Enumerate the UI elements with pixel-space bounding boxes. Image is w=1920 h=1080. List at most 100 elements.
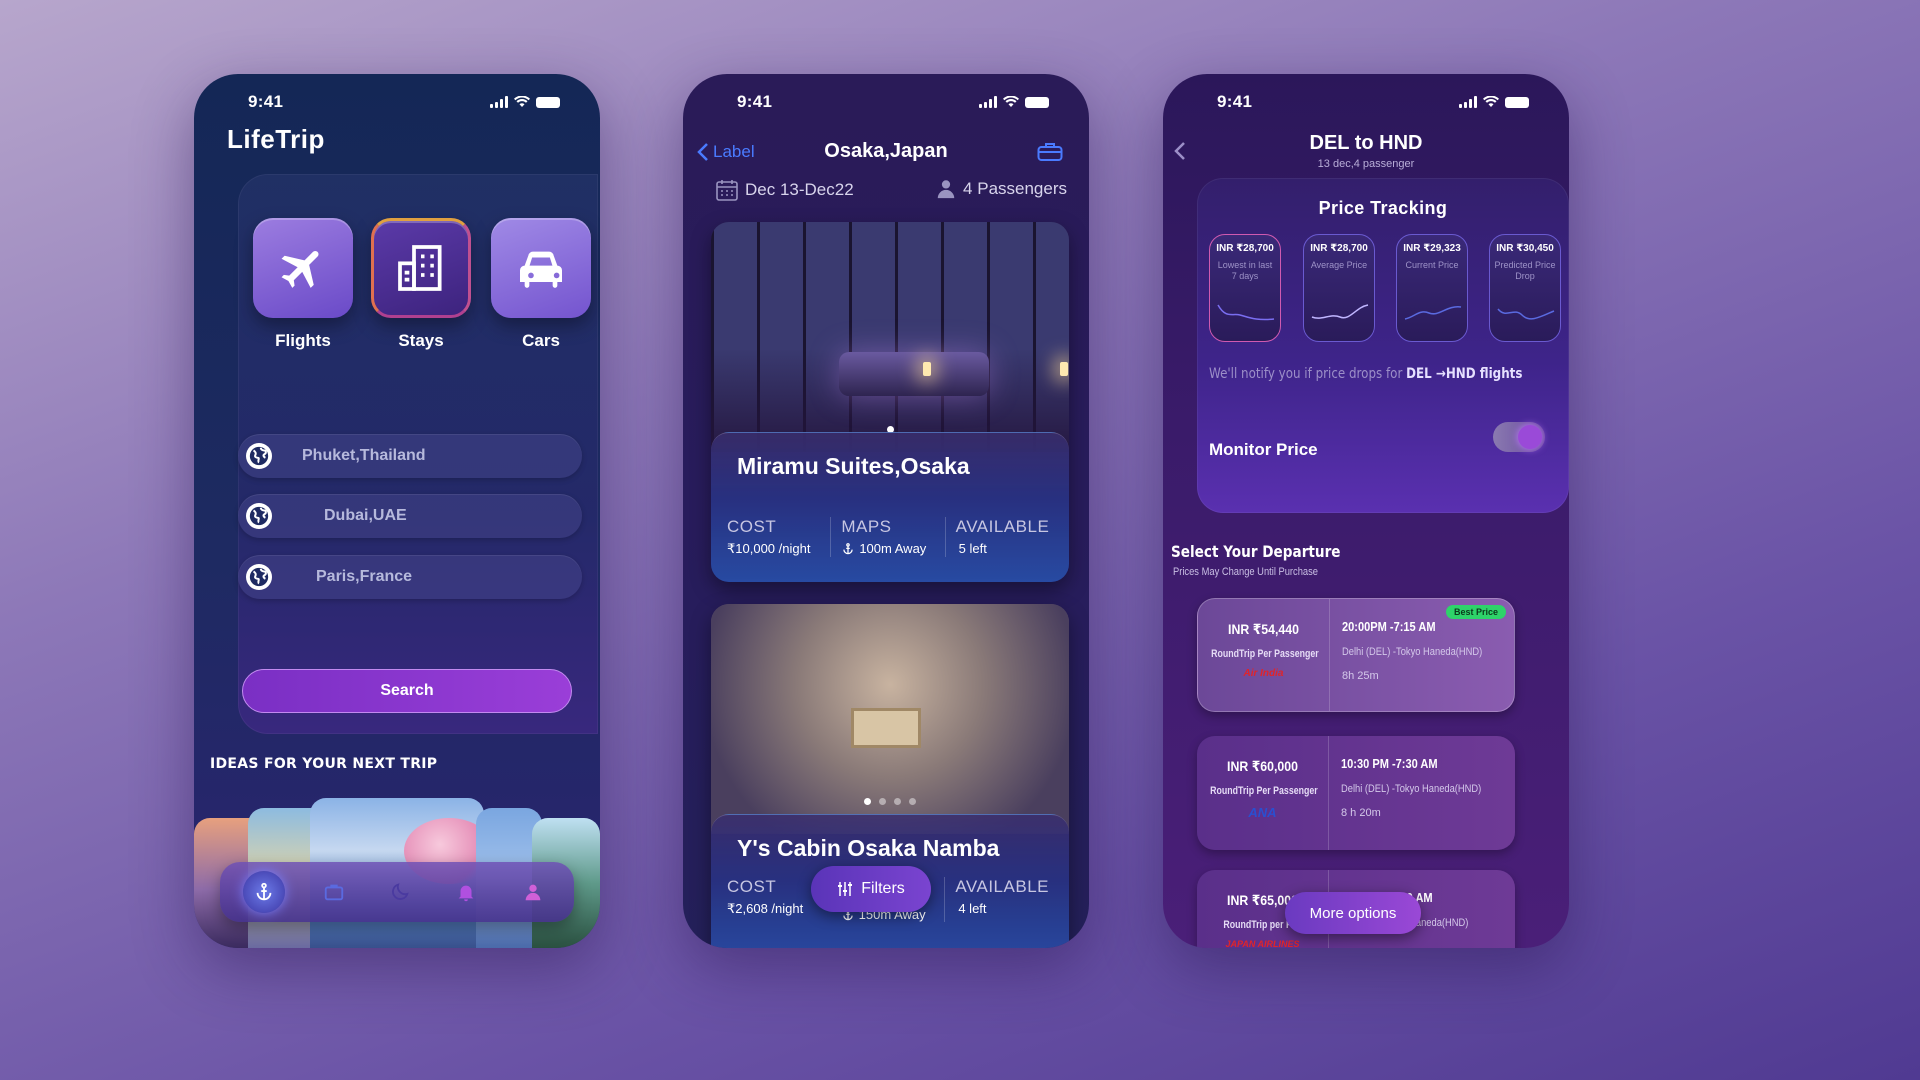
wifi-icon bbox=[1003, 96, 1019, 107]
status-bar: 9:41 bbox=[194, 92, 600, 114]
flight-duration: 8 h 20m bbox=[1341, 807, 1381, 819]
available-value: 4 left bbox=[958, 901, 987, 916]
cost-column: COST ₹10,000 /night bbox=[727, 517, 830, 557]
battery-icon bbox=[536, 96, 560, 108]
flight-option[interactable]: INR ₹54,440 RoundTrip Per Passenger Air … bbox=[1197, 598, 1515, 712]
signal-icon bbox=[1459, 96, 1477, 108]
trip-meta: Dec 13-Dec22 4 Passengers bbox=[715, 178, 1067, 204]
page-title: Osaka,Japan bbox=[824, 140, 948, 162]
availability-column: AVAILABLE 5 left bbox=[944, 517, 1059, 557]
hotel-name: Y's Cabin Osaka Namba bbox=[737, 835, 1000, 861]
price-card[interactable]: INR ₹28,700 Lowest in last 7 days bbox=[1209, 234, 1281, 342]
available-label: AVAILABLE bbox=[955, 517, 1050, 536]
maps-label: MAPS bbox=[841, 517, 892, 536]
page-title: DEL to HND bbox=[1309, 132, 1423, 154]
lamp-image bbox=[923, 362, 931, 376]
lamp-image bbox=[1060, 362, 1068, 376]
destination-value: Phuket,Thailand bbox=[302, 447, 426, 464]
price-tracking-title: Price Tracking bbox=[1318, 198, 1448, 218]
user-icon[interactable] bbox=[515, 874, 551, 910]
price-card[interactable]: INR ₹29,323 Current Price bbox=[1396, 234, 1468, 342]
status-time: 9:41 bbox=[1217, 92, 1253, 111]
hotel-name: Miramu Suites,Osaka bbox=[737, 453, 970, 479]
filters-label: Filters bbox=[861, 880, 905, 897]
page-subtitle: 13 dec,4 passenger bbox=[1317, 158, 1415, 170]
signal-icon bbox=[490, 96, 508, 108]
globe-icon bbox=[246, 564, 272, 590]
car-icon bbox=[491, 218, 591, 318]
status-bar: 9:41 bbox=[683, 92, 1089, 114]
hotel-info: Miramu Suites,Osaka COST ₹10,000 /night … bbox=[711, 432, 1069, 582]
signal-icon bbox=[979, 96, 997, 108]
status-time: 9:41 bbox=[248, 92, 284, 111]
flight-option[interactable]: INR ₹60,000 RoundTrip Per Passenger ANA … bbox=[1197, 736, 1515, 850]
best-price-badge: Best Price bbox=[1445, 605, 1506, 619]
available-value: 5 left bbox=[958, 541, 987, 556]
price-card-caption: Predicted Price Drop bbox=[1494, 260, 1556, 281]
wifi-icon bbox=[514, 96, 530, 107]
price-card-amount: INR ₹28,700 bbox=[1310, 243, 1368, 254]
flight-route: Delhi (DEL) -Tokyo Haneda(HND) bbox=[1342, 646, 1483, 658]
destination-field[interactable]: Phuket,Thailand bbox=[238, 434, 582, 478]
calendar-icon bbox=[716, 180, 738, 201]
hotel-card[interactable]: Miramu Suites,Osaka COST ₹10,000 /night … bbox=[711, 222, 1069, 582]
battery-icon bbox=[1025, 96, 1049, 108]
flights-screen: 9:41 DEL to HND 13 dec,4 passenger Price… bbox=[1163, 74, 1569, 948]
airline-logo: ANA bbox=[1248, 805, 1277, 820]
wifi-icon bbox=[1483, 96, 1499, 107]
category-flights[interactable]: Flights bbox=[253, 218, 353, 351]
cost-value: ₹10,000 /night bbox=[727, 541, 811, 556]
price-card[interactable]: INR ₹30,450 Predicted Price Drop bbox=[1489, 234, 1561, 342]
trend-line-icon bbox=[1311, 304, 1369, 319]
briefcase-icon[interactable] bbox=[316, 874, 352, 910]
filters-button[interactable]: Filters bbox=[811, 866, 931, 912]
trip-ideas-carousel[interactable] bbox=[194, 798, 600, 948]
destination-field[interactable]: Dubai,UAE bbox=[238, 494, 582, 538]
flight-price: INR ₹60,000 bbox=[1227, 758, 1298, 774]
notify-prefix: We'll notify you if price drops for bbox=[1209, 366, 1403, 382]
app-title: LifeTrip bbox=[227, 124, 325, 154]
fare-type: RoundTrip Per Passenger bbox=[1210, 785, 1318, 797]
price-card-caption: Lowest in last 7 days bbox=[1217, 260, 1273, 281]
bell-icon[interactable] bbox=[448, 874, 484, 910]
sliders-icon bbox=[838, 882, 853, 896]
category-label: Stays bbox=[398, 331, 444, 350]
distance-value: 100m Away bbox=[859, 541, 927, 556]
hotel-photo[interactable] bbox=[711, 604, 1069, 834]
flight-route: Delhi (DEL) -Tokyo Haneda(HND) bbox=[1341, 783, 1482, 795]
hotel-photo[interactable] bbox=[711, 222, 1069, 452]
building-icon bbox=[371, 218, 471, 318]
category-stays[interactable]: Stays bbox=[371, 218, 471, 351]
trend-line-icon bbox=[1497, 308, 1555, 320]
status-time: 9:41 bbox=[737, 92, 773, 111]
globe-icon bbox=[246, 503, 272, 529]
home-screen: 9:41 LifeTrip Flights Stays Cars Phuket,… bbox=[194, 74, 600, 948]
search-button[interactable]: Search bbox=[242, 669, 572, 713]
passenger-count[interactable]: 4 Passengers bbox=[935, 178, 1067, 200]
trend-line-icon bbox=[1217, 304, 1275, 321]
battery-icon bbox=[1505, 96, 1529, 108]
wall-frame-image bbox=[851, 708, 921, 748]
category-label: Flights bbox=[275, 331, 331, 350]
monitor-price-label: Monitor Price bbox=[1209, 440, 1318, 459]
maps-column[interactable]: MAPS 100m Away bbox=[830, 517, 944, 557]
passenger-value: 4 Passengers bbox=[963, 179, 1067, 198]
moon-icon[interactable] bbox=[382, 874, 418, 910]
briefcase-icon[interactable] bbox=[1037, 142, 1063, 162]
price-card-amount: INR ₹30,450 bbox=[1496, 243, 1554, 254]
airline-logo: Air India bbox=[1243, 668, 1284, 679]
availability-column: AVAILABLE 4 left bbox=[944, 877, 1059, 922]
category-cars[interactable]: Cars bbox=[491, 218, 591, 351]
anchor-icon[interactable] bbox=[243, 871, 286, 913]
price-card-amount: INR ₹28,700 bbox=[1216, 243, 1274, 254]
price-card[interactable]: INR ₹28,700 Average Price bbox=[1303, 234, 1375, 342]
flight-times: 10:30 PM -7:30 AM bbox=[1341, 756, 1438, 771]
bed-image bbox=[839, 352, 989, 396]
trend-line-icon bbox=[1404, 306, 1462, 320]
monitor-price-toggle[interactable] bbox=[1493, 422, 1545, 452]
more-options-button[interactable]: More options bbox=[1285, 892, 1421, 934]
destination-field[interactable]: Paris,France bbox=[238, 555, 582, 599]
photo-pager[interactable] bbox=[711, 798, 1069, 805]
date-range[interactable]: Dec 13-Dec22 bbox=[715, 178, 854, 202]
airline-logo: JAPAN AIRLINES bbox=[1225, 939, 1300, 948]
